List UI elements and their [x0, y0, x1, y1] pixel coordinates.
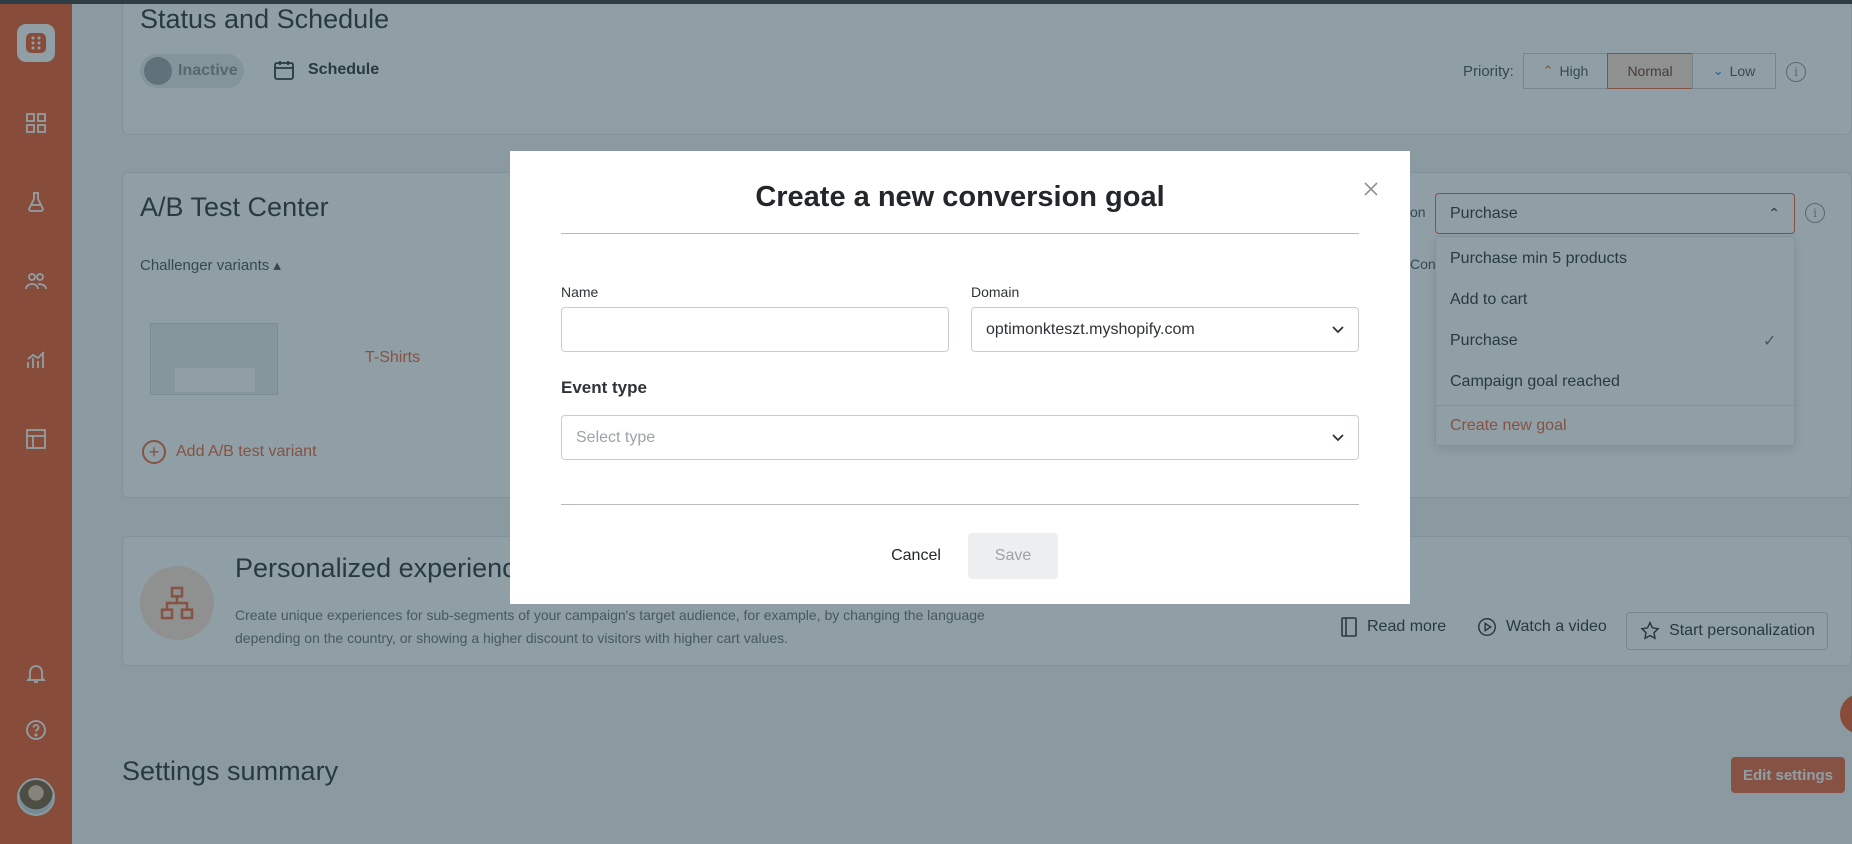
event-type-label: Event type	[561, 378, 647, 397]
domain-label: Domain	[971, 284, 1020, 300]
modal-title: Create a new conversion goal	[755, 181, 1165, 213]
event-type-select[interactable]: Select type	[561, 415, 1359, 460]
name-input[interactable]	[561, 307, 949, 352]
event-type-placeholder: Select type	[576, 428, 656, 446]
chevron-down-icon	[1332, 433, 1344, 441]
domain-select[interactable]: optimonkteszt.myshopify.com	[971, 307, 1359, 352]
chevron-down-icon	[1332, 325, 1344, 333]
domain-select-value: optimonkteszt.myshopify.com	[986, 320, 1195, 338]
cancel-button[interactable]: Cancel	[873, 533, 959, 579]
modal-footer-divider	[561, 504, 1359, 505]
name-label: Name	[561, 284, 599, 300]
save-button[interactable]: Save	[968, 533, 1058, 579]
close-icon[interactable]	[1361, 179, 1381, 199]
create-goal-modal: Create a new conversion goal Name Domain…	[510, 151, 1410, 604]
modal-header-divider	[561, 233, 1359, 234]
